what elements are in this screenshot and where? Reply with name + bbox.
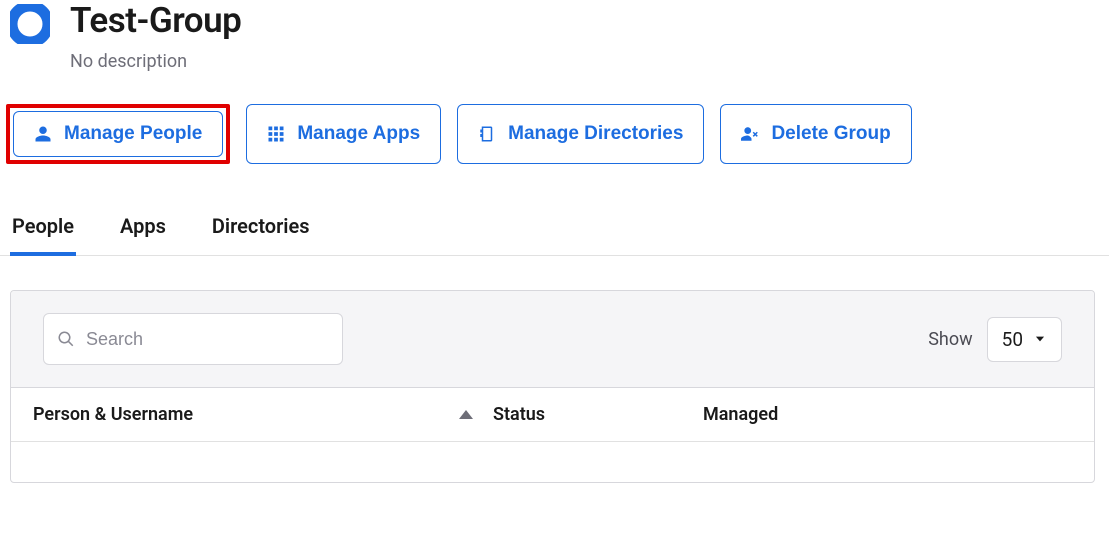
- person-icon: [34, 125, 52, 143]
- page-title: Test-Group: [70, 0, 241, 41]
- page-size-value: 50: [1002, 328, 1023, 351]
- column-managed[interactable]: Managed: [703, 404, 1072, 425]
- people-panel: Show 50 Person & Username Status Managed: [10, 290, 1095, 483]
- manage-directories-button[interactable]: Manage Directories: [457, 104, 704, 164]
- manage-people-label: Manage People: [64, 123, 202, 145]
- page-size-select[interactable]: 50: [987, 317, 1062, 362]
- column-status[interactable]: Status: [493, 404, 703, 425]
- column-managed-label: Managed: [703, 404, 778, 425]
- manage-directories-label: Manage Directories: [508, 123, 683, 145]
- delete-group-button[interactable]: Delete Group: [720, 104, 911, 164]
- apps-grid-icon: [267, 125, 285, 143]
- panel-toolbar: Show 50: [11, 291, 1094, 388]
- group-circle-icon: [10, 4, 50, 44]
- search-input[interactable]: [43, 313, 343, 365]
- table-body-empty: [11, 442, 1094, 482]
- tab-people[interactable]: People: [10, 214, 76, 256]
- manage-apps-button[interactable]: Manage Apps: [246, 104, 441, 164]
- column-status-label: Status: [493, 404, 545, 425]
- sort-ascending-icon: [459, 410, 473, 419]
- chevron-down-icon: [1033, 332, 1047, 346]
- delete-group-label: Delete Group: [771, 123, 890, 145]
- highlight-manage-people: Manage People: [6, 104, 230, 164]
- tab-bar: People Apps Directories: [0, 214, 1109, 256]
- tab-directories[interactable]: Directories: [210, 214, 312, 256]
- page-subtitle: No description: [70, 51, 241, 72]
- manage-apps-label: Manage Apps: [297, 123, 420, 145]
- column-person-username[interactable]: Person & Username: [33, 404, 493, 425]
- search-wrapper: [43, 313, 343, 365]
- action-button-row: Manage People Manage Apps Manage Directo…: [0, 72, 1109, 164]
- group-header: Test-Group No description: [0, 0, 1109, 72]
- search-icon: [57, 330, 75, 348]
- directory-icon: [478, 125, 496, 143]
- tab-apps[interactable]: Apps: [118, 214, 168, 256]
- table-header-row: Person & Username Status Managed: [11, 388, 1094, 442]
- column-person-label: Person & Username: [33, 404, 193, 425]
- manage-people-button[interactable]: Manage People: [13, 111, 223, 157]
- remove-user-icon: [741, 125, 759, 143]
- show-label: Show: [928, 329, 972, 350]
- show-control: Show 50: [928, 317, 1062, 362]
